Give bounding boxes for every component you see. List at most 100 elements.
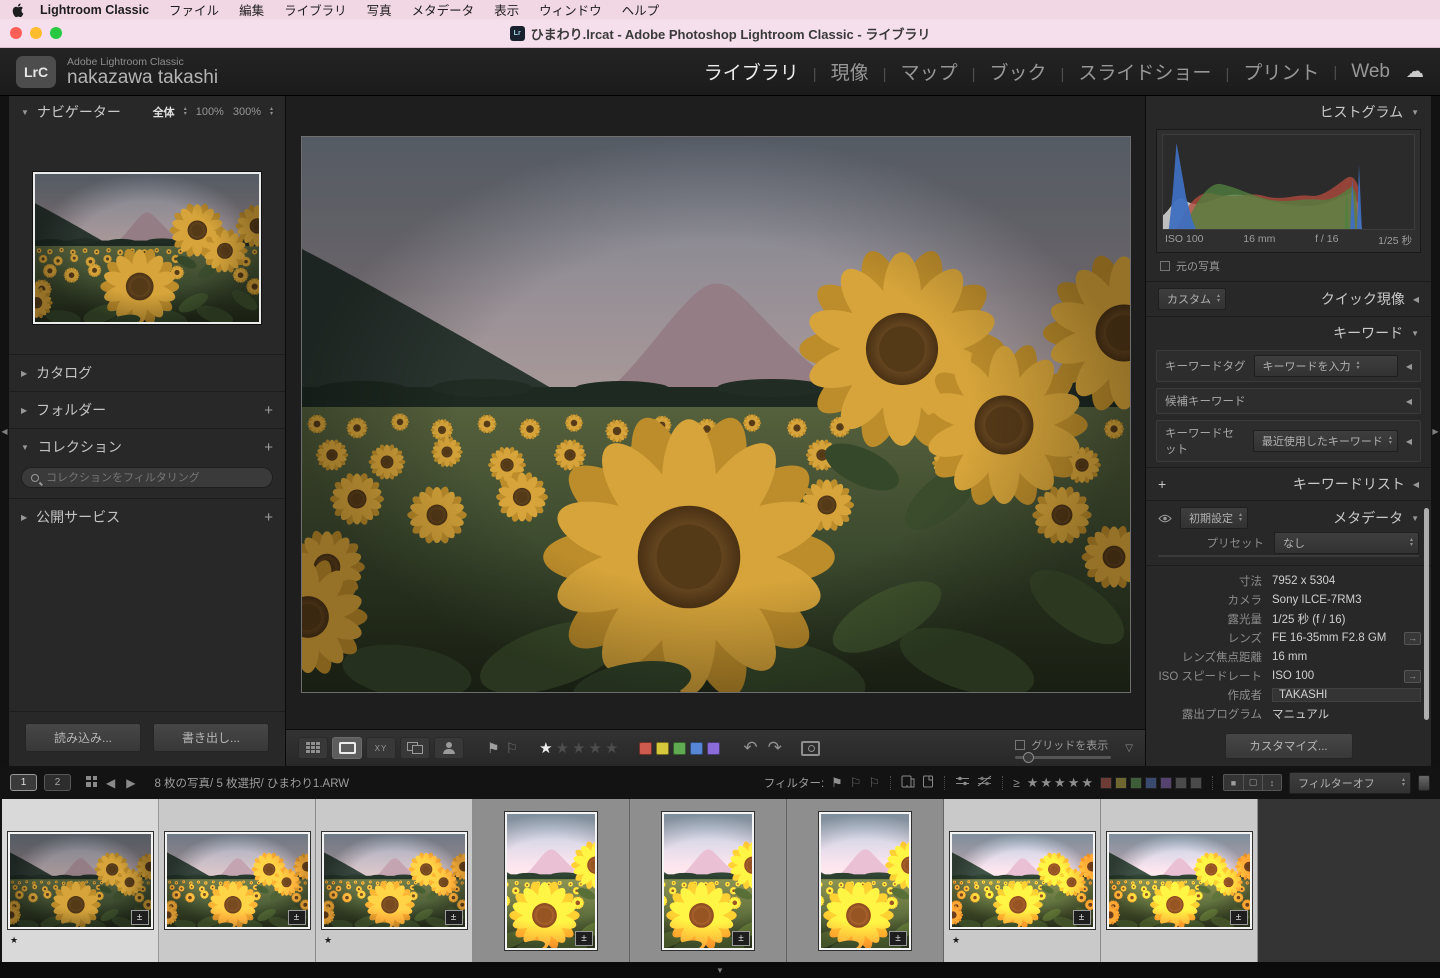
maximize-button[interactable]: [50, 27, 62, 39]
filter-color-chip[interactable]: [1100, 777, 1112, 789]
menu-item[interactable]: ウィンドウ: [529, 0, 612, 19]
main-photo[interactable]: [302, 137, 1130, 692]
filmstrip-cell[interactable]: ± ★: [159, 799, 316, 962]
adjustment-badge-icon[interactable]: ±: [288, 910, 306, 925]
filter-color-chip[interactable]: [1115, 777, 1127, 789]
filmstrip-cell[interactable]: ± ★: [316, 799, 473, 962]
filmstrip-cell[interactable]: ± ★: [787, 799, 944, 962]
people-view-button[interactable]: [434, 737, 464, 759]
adjustment-badge-icon[interactable]: ±: [1230, 910, 1248, 925]
publish-services-section[interactable]: ▶ 公開サービス +: [9, 498, 285, 535]
compare-view-button[interactable]: XY: [366, 737, 396, 759]
filter-color-chip[interactable]: [1190, 777, 1202, 789]
minimize-button[interactable]: [30, 27, 42, 39]
photo-thumbnail[interactable]: ±: [950, 832, 1095, 929]
filter-unedited-icon[interactable]: [977, 775, 992, 790]
adjustment-badge-icon[interactable]: ±: [131, 910, 149, 925]
star-icon[interactable]: ★: [588, 739, 601, 757]
add-publish-service-button[interactable]: +: [264, 509, 273, 526]
left-panel-collapse[interactable]: ◀: [0, 96, 9, 766]
photo-thumbnail[interactable]: ±: [8, 832, 153, 929]
photo-thumbnail[interactable]: ±: [165, 832, 310, 929]
module-tab[interactable]: 現像: [799, 58, 869, 85]
customize-button[interactable]: カスタマイズ...: [1225, 733, 1353, 759]
go-to-grid-icon[interactable]: [84, 776, 97, 789]
metadata-action-button[interactable]: →: [1404, 632, 1421, 645]
module-tab[interactable]: ライブラリ: [704, 58, 799, 85]
filter-flag-icon[interactable]: ⚑: [831, 775, 843, 791]
star-icon[interactable]: ★: [1081, 775, 1093, 791]
triangle-left-icon[interactable]: ◀: [1406, 397, 1412, 406]
filter-copy-icon[interactable]: [922, 775, 934, 791]
add-collection-button[interactable]: +: [264, 439, 273, 456]
original-photo-checkbox[interactable]: [1160, 261, 1170, 271]
add-keyword-button[interactable]: +: [1158, 476, 1166, 492]
filter-color-chip[interactable]: [1145, 777, 1157, 789]
pick-flag-icon[interactable]: ⚑: [487, 740, 500, 757]
module-tab[interactable]: Web: [1319, 61, 1390, 83]
rotate-right-icon[interactable]: ↷: [768, 738, 782, 758]
star-icon[interactable]: ★: [1027, 775, 1039, 791]
eye-icon[interactable]: [1158, 510, 1172, 526]
zoom-300[interactable]: 300%: [233, 106, 261, 118]
filter-virtual-copy-button[interactable]: ▢: [1243, 775, 1262, 790]
filter-color-chip[interactable]: [1160, 777, 1172, 789]
show-grid-checkbox[interactable]: [1015, 740, 1025, 750]
collection-filter-input[interactable]: [46, 472, 263, 484]
keyword-list-header[interactable]: + キーワードリスト ◀: [1146, 467, 1431, 500]
adjustment-badge-icon[interactable]: ±: [732, 931, 750, 946]
menu-item[interactable]: 表示: [484, 0, 529, 19]
photo-thumbnail[interactable]: ±: [819, 812, 911, 950]
keyword-set-dropdown[interactable]: 最近使用したキーワード ▴▾: [1253, 430, 1398, 452]
filter-edited-icon[interactable]: [955, 775, 970, 790]
folders-section[interactable]: ▶ フォルダー +: [9, 391, 285, 428]
second-window-button[interactable]: 2: [44, 774, 71, 791]
menu-item[interactable]: ヘルプ: [612, 0, 670, 19]
next-photo-arrow[interactable]: ▶: [124, 776, 137, 790]
color-label-chip[interactable]: [639, 742, 652, 755]
zoom-100[interactable]: 100%: [196, 106, 224, 118]
metadata-preset-dropdown[interactable]: なし ▴▾: [1274, 532, 1419, 554]
adjustment-badge-icon[interactable]: ±: [445, 910, 463, 925]
star-icon[interactable]: ★: [556, 739, 569, 757]
navigator-header[interactable]: ▼ ナビゲーター 全体 ▴▾ 100% 300% ▴▾: [9, 96, 285, 128]
filmstrip-status[interactable]: 8 枚の写真/ 5 枚選択/ ひまわり1.ARW: [154, 775, 349, 791]
selected-photos-button[interactable]: 選択した写真: [1288, 556, 1418, 557]
filter-color-chip[interactable]: [1175, 777, 1187, 789]
menu-item[interactable]: ライブラリ: [274, 0, 357, 19]
filmstrip-cell[interactable]: ± ★: [473, 799, 630, 962]
color-label-chip[interactable]: [690, 742, 703, 755]
zoom-stepper[interactable]: ▴▾: [270, 107, 273, 117]
color-label-chip[interactable]: [707, 742, 720, 755]
color-label-chip[interactable]: [656, 742, 669, 755]
filter-rejected-icon[interactable]: ⚐: [868, 775, 880, 791]
module-tab[interactable]: プリント: [1211, 58, 1319, 85]
right-panel-scrollbar[interactable]: [1424, 508, 1429, 720]
survey-view-button[interactable]: [400, 737, 430, 759]
photo-thumbnail[interactable]: ±: [662, 812, 754, 950]
adjustment-badge-icon[interactable]: ±: [1073, 910, 1091, 925]
metadata-header[interactable]: 初期設定 ▴▾ メタデータ ▼: [1146, 500, 1431, 535]
main-window-button[interactable]: 1: [10, 774, 37, 791]
filter-toggle-switch[interactable]: [1418, 775, 1430, 791]
star-icon[interactable]: ★: [572, 739, 585, 757]
metadata-action-button[interactable]: →: [1404, 670, 1421, 683]
color-label-chip[interactable]: [673, 742, 686, 755]
slider-thumb[interactable]: [1023, 752, 1034, 763]
histogram-plot[interactable]: [1162, 134, 1415, 230]
zoom-fit[interactable]: 全体: [153, 104, 175, 120]
module-tab[interactable]: スライドショー: [1047, 58, 1212, 85]
keyword-tag-dropdown[interactable]: キーワードを入力 ▴▾: [1254, 355, 1398, 377]
quick-develop-header[interactable]: カスタム ▴▾ クイック現像 ◀: [1146, 281, 1431, 316]
histogram-header[interactable]: ヒストグラム ▼: [1146, 96, 1431, 128]
catalog-section[interactable]: ▶ カタログ: [9, 354, 285, 391]
filter-master-icon[interactable]: [901, 775, 915, 791]
adjustment-badge-icon[interactable]: ±: [889, 931, 907, 946]
adjustment-badge-icon[interactable]: ±: [575, 931, 593, 946]
keywords-header[interactable]: キーワード ▼: [1146, 316, 1431, 349]
star-icon[interactable]: ★: [1054, 775, 1066, 791]
star-icon[interactable]: ★: [539, 739, 552, 757]
filmstrip-cell[interactable]: ± ★: [630, 799, 787, 962]
apple-icon[interactable]: [12, 3, 24, 17]
bottom-panel-collapse[interactable]: ▼: [0, 962, 1440, 978]
